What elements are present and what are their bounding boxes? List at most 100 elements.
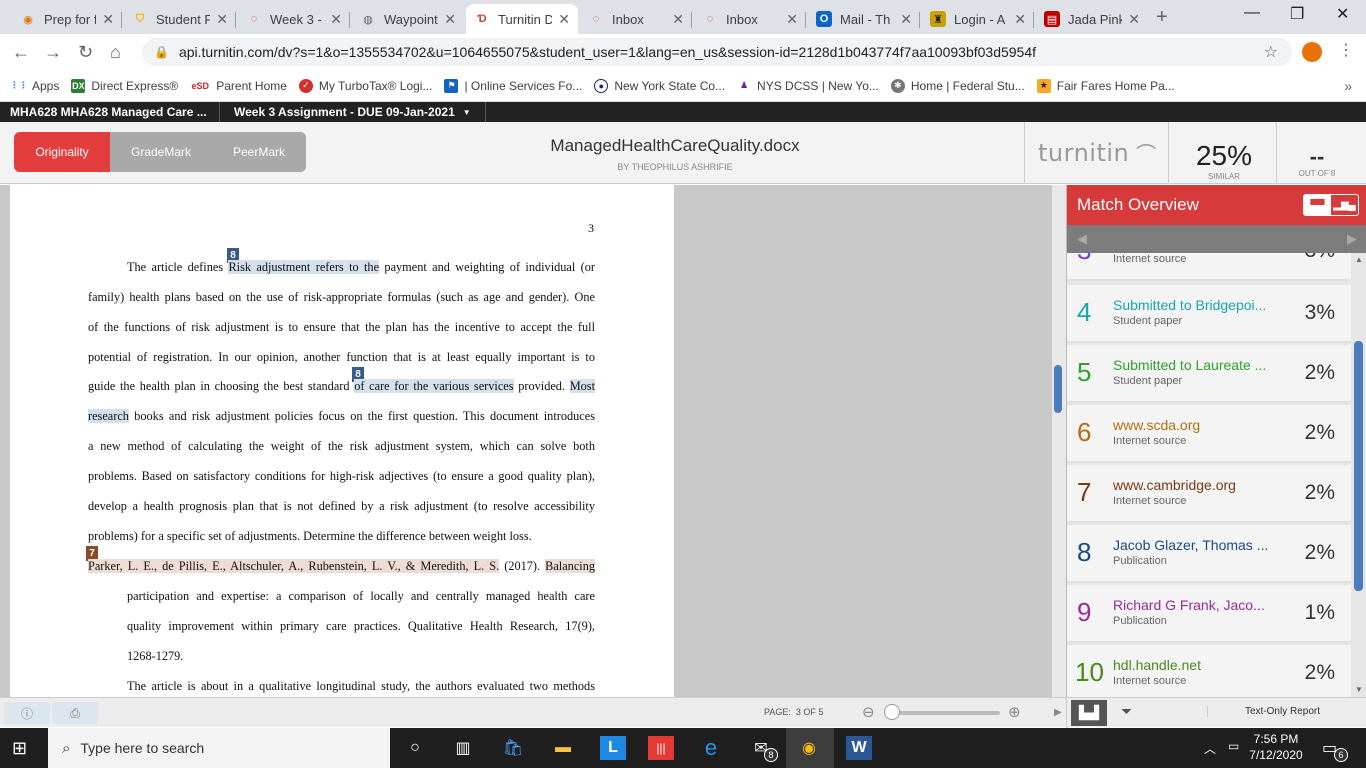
bookmark-item[interactable]: eSD Parent Home xyxy=(190,79,286,93)
bar-chart-icon[interactable]: ▂▆▄ xyxy=(1331,195,1358,215)
assignment-dropdown[interactable]: Week 3 Assignment - DUE 09-Jan-2021 ▼ xyxy=(220,102,486,122)
star-icon[interactable]: ☆ xyxy=(1264,42,1278,62)
scroll-down-icon[interactable]: ▼ xyxy=(1355,685,1363,694)
back-icon[interactable]: ← xyxy=(12,42,30,63)
match-item[interactable]: 3 Internet source 3% xyxy=(1067,253,1351,281)
highlighted-match[interactable]: Most xyxy=(569,379,596,393)
close-icon[interactable]: ✕ xyxy=(786,11,798,28)
highlighted-match[interactable]: research xyxy=(88,409,129,423)
match-item[interactable]: 4 Submitted to Bridgepoi... Student pape… xyxy=(1067,285,1351,343)
address-bar[interactable]: 🔒 api.turnitin.com/dv?s=1&o=1355534702&u… xyxy=(142,38,1292,66)
bookmark-item[interactable]: ✱ Home | Federal Stu... xyxy=(890,78,1025,93)
forward-icon[interactable]: → xyxy=(44,42,62,63)
zoom-slider-handle[interactable] xyxy=(884,704,900,720)
highlighted-match[interactable]: Balancing xyxy=(545,559,595,573)
close-icon[interactable]: ✕ xyxy=(1014,11,1026,28)
next-arrow-icon[interactable]: ▶ xyxy=(1347,231,1357,247)
network-icon[interactable]: ▭ xyxy=(1228,739,1239,753)
browser-tab[interactable]: ◌ Inbox ✕ xyxy=(580,4,692,34)
zoom-slider[interactable] xyxy=(884,704,1000,720)
browser-tab-active[interactable]: Ɗ Turnitin D ✕ xyxy=(466,4,578,34)
expand-arrow-icon[interactable]: ▶ xyxy=(1054,707,1062,718)
new-tab-icon[interactable]: + xyxy=(1156,6,1168,29)
app-l-icon[interactable]: L xyxy=(600,736,626,760)
close-icon[interactable]: ✕ xyxy=(216,11,228,28)
close-icon[interactable]: ✕ xyxy=(672,11,684,28)
list-view-icon[interactable]: ▀▀ xyxy=(1304,195,1331,215)
match-item[interactable]: 5 Submitted to Laureate ... Student pape… xyxy=(1067,345,1351,403)
cortana-icon[interactable]: ○ xyxy=(402,736,428,760)
scroll-thumb[interactable] xyxy=(1054,365,1062,413)
text-only-report-button[interactable]: Text-Only Report xyxy=(1207,706,1357,717)
minimize-icon[interactable]: — xyxy=(1244,4,1260,22)
windows-start-icon[interactable]: ⊞ xyxy=(12,738,27,759)
edge-icon[interactable]: e xyxy=(698,735,724,760)
browser-tab[interactable]: ◌ Inbox ✕ xyxy=(694,4,806,34)
word-icon[interactable]: W xyxy=(846,736,872,760)
close-icon[interactable]: ✕ xyxy=(102,11,114,28)
scroll-thumb[interactable] xyxy=(1354,341,1363,591)
prev-arrow-icon[interactable]: ◀ xyxy=(1077,231,1087,247)
profile-avatar[interactable] xyxy=(1302,42,1322,62)
highlighted-match[interactable]: of care for the various services xyxy=(354,379,514,393)
task-view-icon[interactable]: ▥ xyxy=(450,736,476,760)
grade-out-of[interactable]: -- OUT OF 8 xyxy=(1282,146,1352,179)
home-icon[interactable]: ⌂ xyxy=(110,42,121,63)
scroll-up-icon[interactable]: ▲ xyxy=(1355,255,1363,264)
browser-tab[interactable]: ♜ Login - A ✕ xyxy=(922,4,1034,34)
close-window-icon[interactable]: ✕ xyxy=(1336,4,1349,24)
browser-tab[interactable]: ⛉ Student P ✕ xyxy=(124,4,236,34)
bookmark-item[interactable]: DX Direct Express® xyxy=(71,78,178,93)
bookmark-item[interactable]: ♟ NYS DCSS | New Yo... xyxy=(737,79,879,93)
match-item[interactable]: 7 www.cambridge.org Internet source 2% xyxy=(1067,465,1351,523)
file-explorer-icon[interactable]: ▬ xyxy=(550,736,576,760)
highlighted-match[interactable]: Risk adjustment refers to the xyxy=(228,260,380,274)
zoom-out-icon[interactable]: ⊖ xyxy=(862,703,875,721)
highlighted-match[interactable]: Parker, L. E., de Pillis, E., Altschuler… xyxy=(88,559,500,573)
store-icon[interactable]: 🛍 xyxy=(500,736,526,760)
browser-tab[interactable]: O Mail - Th ✕ xyxy=(808,4,920,34)
view-toggle[interactable]: ▀▀ ▂▆▄ xyxy=(1303,194,1359,216)
match-item[interactable]: 9 Richard G Frank, Jaco... Publication 1… xyxy=(1067,585,1351,643)
browser-tab[interactable]: ▤ Jada Pink ✕ xyxy=(1036,4,1148,34)
document-viewer[interactable]: 3 8 The article defines Risk adjustment … xyxy=(0,185,1066,697)
match-item[interactable]: 10 hdl.handle.net Internet source 2% xyxy=(1067,645,1351,697)
bookmark-item[interactable]: ⚑ | Online Services Fo... xyxy=(444,78,582,93)
similarity-score[interactable]: 25% SIMILAR xyxy=(1180,140,1268,181)
bookmark-item[interactable]: ✓ My TurboTax® Logi... xyxy=(298,78,432,93)
app-red-icon[interactable]: ||| xyxy=(648,736,674,760)
browser-tab[interactable]: ◉ Prep for f ✕ xyxy=(12,4,122,34)
esd-icon: eSD xyxy=(191,80,209,91)
zoom-in-icon[interactable]: ⊕ xyxy=(1008,703,1021,721)
bookmark-item[interactable]: ● New York State Co... xyxy=(594,78,725,93)
course-title[interactable]: MHA628 MHA628 Managed Care ... xyxy=(0,102,220,122)
bookmark-apps[interactable]: ⋮⋮ Apps xyxy=(10,79,59,93)
taskbar-search[interactable]: ⌕ Type here to search xyxy=(48,728,390,768)
match-percent: 2% xyxy=(1304,361,1335,384)
filter-icon[interactable]: ⏷ xyxy=(1121,703,1132,720)
tray-chevron-icon[interactable]: ︿ xyxy=(1204,740,1216,757)
close-icon[interactable]: ✕ xyxy=(900,11,912,28)
match-item[interactable]: 8 Jacob Glazer, Thomas ... Publication 2… xyxy=(1067,525,1351,583)
close-icon[interactable]: ✕ xyxy=(1128,11,1140,28)
browser-tab[interactable]: ◍ Waypoint ✕ xyxy=(352,4,464,34)
match-list-scrollbar[interactable]: ▲ ▼ xyxy=(1352,253,1366,697)
bookmark-item[interactable]: ★ Fair Fares Home Pa... xyxy=(1036,78,1175,93)
more-bookmarks-icon[interactable]: » xyxy=(1344,78,1352,94)
reload-icon[interactable]: ↻ xyxy=(78,42,93,63)
match-item[interactable]: 6 www.scda.org Internet source 2% xyxy=(1067,405,1351,463)
info-button[interactable]: ⓘ xyxy=(4,702,50,724)
browser-tab[interactable]: ◌ Week 3 - ✕ xyxy=(238,4,350,34)
match-overview-tool-button[interactable]: ▙▟ xyxy=(1071,700,1107,726)
print-button[interactable]: ⎙ xyxy=(52,702,98,724)
document-line: potential of registration. In our opinio… xyxy=(88,350,595,364)
more-options-icon[interactable]: ⋮ xyxy=(1338,40,1354,60)
close-icon[interactable]: ✕ xyxy=(558,11,570,28)
document-scrollbar[interactable] xyxy=(1052,185,1066,697)
close-icon[interactable]: ✕ xyxy=(444,11,456,28)
taskbar-clock[interactable]: 7:56 PM 7/12/2020 xyxy=(1244,731,1308,763)
restore-icon[interactable]: ❐ xyxy=(1290,4,1304,24)
document-line: a new method of calculating the weight o… xyxy=(88,439,595,453)
chrome-icon[interactable]: ◉ xyxy=(796,736,822,760)
close-icon[interactable]: ✕ xyxy=(330,11,342,28)
